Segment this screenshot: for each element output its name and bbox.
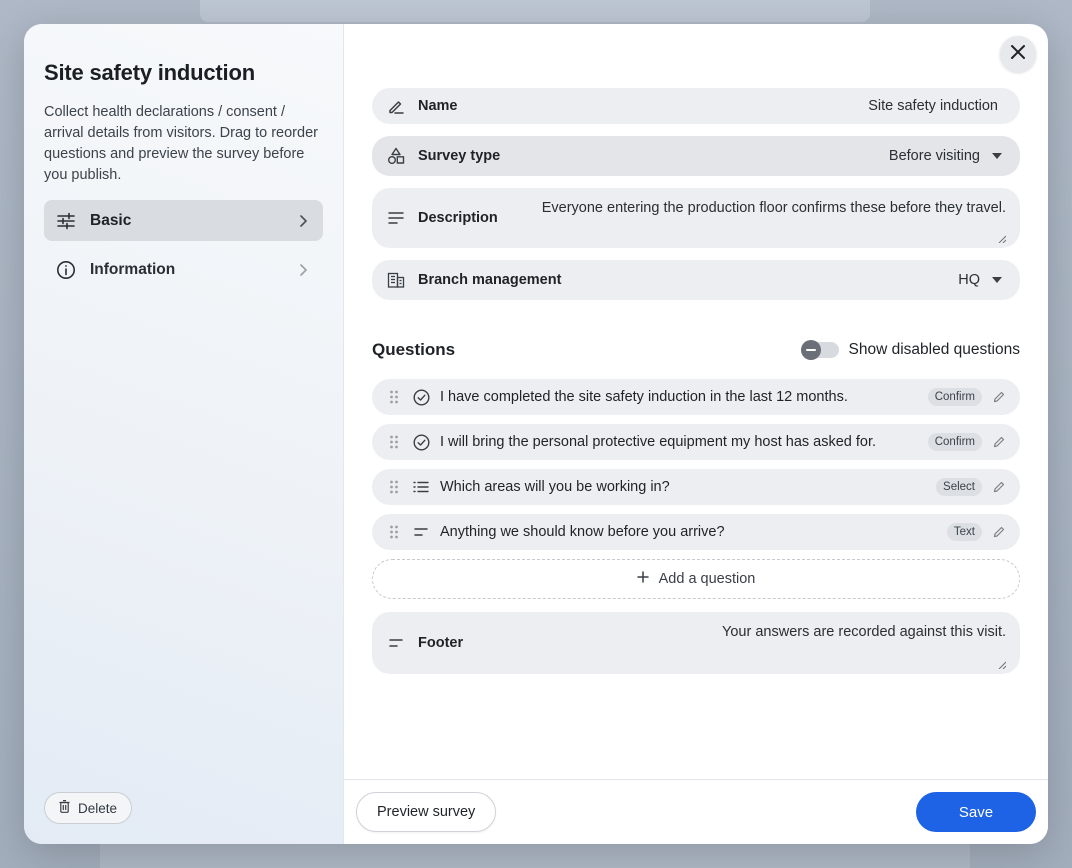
survey-type-label: Survey type <box>418 148 501 164</box>
footer-value[interactable]: Your answers are recorded against this v… <box>463 612 1006 640</box>
add-question-label: Add a question <box>658 571 756 587</box>
survey-editor-modal: Site safety induction Collect health dec… <box>24 24 1048 844</box>
branch-label: Branch management <box>418 272 562 288</box>
sliders-icon <box>56 211 76 231</box>
backdrop-search-bar <box>200 0 870 22</box>
check-circle-icon <box>412 388 430 406</box>
resize-handle-icon[interactable] <box>998 656 1007 670</box>
text-lines-icon <box>386 208 406 228</box>
list-icon <box>412 478 430 496</box>
survey-type-value: Before visiting <box>888 148 980 164</box>
question-row[interactable]: Which areas will you be working in? Sele… <box>372 469 1020 505</box>
form-content: Name Site safety induction Survey type B… <box>372 88 1020 686</box>
sidebar-item-label: Basic <box>90 211 132 229</box>
edit-pencil-icon[interactable] <box>992 436 1006 448</box>
question-row[interactable]: I have completed the site safety inducti… <box>372 379 1020 415</box>
backdrop-bottom-bar <box>100 844 970 868</box>
show-disabled-toggle[interactable] <box>800 340 839 360</box>
branch-select[interactable]: Branch management HQ <box>372 260 1020 300</box>
add-question-button[interactable]: Add a question <box>372 559 1020 599</box>
caret-down-icon <box>992 153 1002 159</box>
question-text: I have completed the site safety inducti… <box>440 389 848 405</box>
edit-pencil-icon[interactable] <box>992 481 1006 493</box>
sidebar-item-label: Information <box>90 260 176 278</box>
editor-main: Name Site safety induction Survey type B… <box>344 24 1048 844</box>
toggle-label: Show disabled questions <box>848 341 1020 358</box>
question-row[interactable]: I will bring the personal protective equ… <box>372 424 1020 460</box>
description-label: Description <box>418 210 498 226</box>
delete-label: Delete <box>78 800 118 816</box>
chevron-right-icon <box>295 263 311 276</box>
text-lines-icon <box>412 523 430 541</box>
description-value[interactable]: Everyone entering the production floor c… <box>498 188 1006 216</box>
description-field[interactable]: Description Everyone entering the produc… <box>372 188 1020 248</box>
preview-survey-button[interactable]: Preview survey <box>356 792 497 832</box>
shapes-icon <box>386 146 406 166</box>
sidebar-description: Collect health declarations / consent / … <box>44 104 318 183</box>
delete-button[interactable]: Delete <box>44 792 133 824</box>
edit-pencil-icon[interactable] <box>992 391 1006 403</box>
footer-label: Footer <box>418 635 464 651</box>
sidebar: Site safety induction Collect health dec… <box>24 24 344 844</box>
drag-handle-icon[interactable] <box>386 480 402 494</box>
building-icon <box>386 270 406 290</box>
close-button[interactable] <box>1000 36 1036 72</box>
name-field[interactable]: Name Site safety induction <box>372 88 1020 124</box>
action-bar: Preview survey Save <box>344 779 1048 844</box>
close-icon <box>1010 44 1026 65</box>
edit-pencil-icon[interactable] <box>992 526 1006 538</box>
question-text: I will bring the personal protective equ… <box>440 434 877 450</box>
questions-title: Questions <box>372 340 456 359</box>
save-button[interactable]: Save <box>916 792 1036 832</box>
survey-type-select[interactable]: Survey type Before visiting <box>372 136 1020 176</box>
show-disabled-toggle-group: Show disabled questions <box>800 340 1020 360</box>
trash-icon <box>59 800 70 816</box>
page-title: Site safety induction <box>44 60 255 85</box>
text-lines-icon <box>386 633 406 653</box>
drag-handle-icon[interactable] <box>386 525 402 539</box>
question-type-badge: Text <box>946 523 982 541</box>
footer-field[interactable]: Footer Your answers are recorded against… <box>372 612 1020 674</box>
name-value[interactable]: Site safety induction <box>458 98 998 114</box>
question-text: Anything we should know before you arriv… <box>440 524 725 540</box>
drag-handle-icon[interactable] <box>386 435 402 449</box>
name-label: Name <box>418 98 458 114</box>
question-type-badge: Confirm <box>927 433 982 451</box>
caret-down-icon <box>992 277 1002 283</box>
plus-icon <box>636 571 649 587</box>
question-type-badge: Confirm <box>927 388 982 406</box>
drag-handle-icon[interactable] <box>386 390 402 404</box>
question-type-badge: Select <box>936 478 982 496</box>
branch-value: HQ <box>958 272 980 288</box>
pencil-line-icon <box>386 96 406 116</box>
toggle-knob <box>800 340 821 360</box>
question-row[interactable]: Anything we should know before you arriv… <box>372 514 1020 550</box>
check-circle-icon <box>412 433 430 451</box>
chevron-right-icon <box>295 214 311 227</box>
resize-handle-icon[interactable] <box>998 230 1007 244</box>
sidebar-item-information[interactable]: Information <box>44 249 323 290</box>
question-text: Which areas will you be working in? <box>440 479 670 495</box>
sidebar-item-basic[interactable]: Basic <box>44 200 323 241</box>
questions-header: Questions Show disabled questions <box>372 340 1020 360</box>
info-icon <box>56 260 76 280</box>
